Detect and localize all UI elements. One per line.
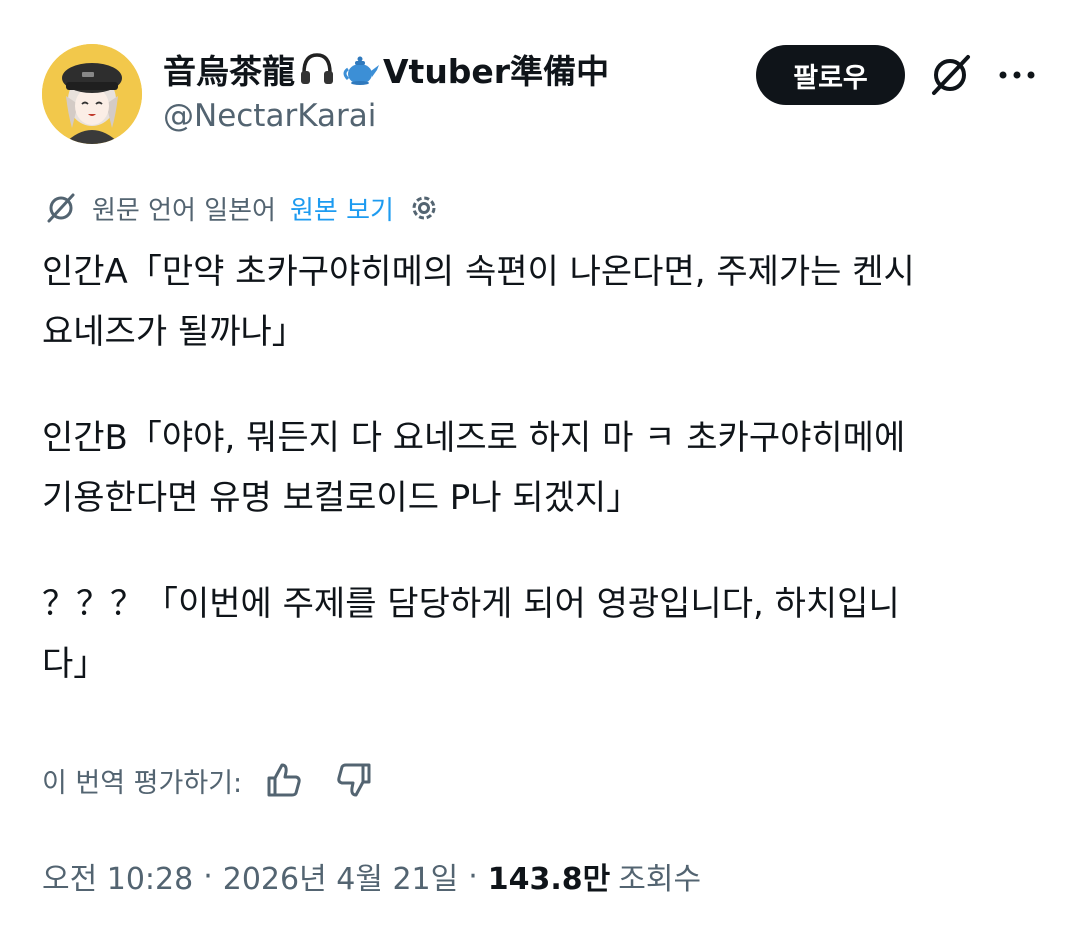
post-metadata: 오전 10:28 · 2026년 4월 21일 · 143.8만 조회수 bbox=[42, 853, 701, 899]
headphones-icon bbox=[297, 49, 337, 89]
rate-label: 이 번역 평가하기: bbox=[42, 767, 243, 799]
author-name-part1: 音烏茶龍 bbox=[163, 52, 295, 91]
post-line: 요네즈가 될까나」 bbox=[42, 312, 306, 352]
more-icon[interactable] bbox=[996, 60, 1038, 90]
post-time[interactable]: 오전 10:28 bbox=[42, 854, 193, 898]
show-original-link[interactable]: 원본 보기 bbox=[290, 190, 394, 227]
translate-icon bbox=[47, 193, 75, 223]
post-date[interactable]: 2026년 4월 21일 bbox=[223, 854, 458, 898]
avatar-image bbox=[42, 44, 142, 144]
rate-translation: 이 번역 평가하기: bbox=[42, 757, 374, 803]
avatar[interactable] bbox=[42, 44, 142, 144]
follow-button[interactable]: 팔로우 bbox=[756, 45, 905, 105]
post-line: 인간B「야야, 뭐든지 다 요네즈로 하지 마 ㅋ 초카구야히메에 bbox=[42, 418, 906, 458]
views-count: 143.8만 bbox=[487, 862, 611, 897]
translation-language: 원문 언어 일본어 bbox=[92, 195, 276, 226]
author-name[interactable]: 音烏茶龍 Vtuber準備中 bbox=[163, 46, 609, 92]
thumbs-down-icon[interactable] bbox=[334, 760, 374, 800]
post-text: 인간A「만약 초카구야히메의 속편이 나온다면, 주제가는 켄시 요네즈가 될까… bbox=[42, 242, 1052, 694]
author-name-part2: Vtuber準備中 bbox=[383, 52, 610, 91]
separator: · bbox=[203, 858, 213, 894]
author-handle[interactable]: @NectarKarai bbox=[163, 98, 376, 134]
translation-notice: 원문 언어 일본어 원본 보기 bbox=[44, 190, 440, 226]
post-line: 다」 bbox=[42, 644, 108, 684]
post-line: 기용한다면 유명 보컬로이드 P나 되겠지」 bbox=[42, 478, 641, 518]
teapot-icon bbox=[341, 49, 381, 89]
post-line: 인간A「만약 초카구야히메의 속편이 나온다면, 주제가는 켄시 bbox=[42, 252, 915, 292]
grok-icon[interactable] bbox=[925, 50, 975, 100]
views-label: 조회수 bbox=[618, 862, 702, 897]
gear-icon[interactable] bbox=[408, 192, 440, 224]
post-line: ？？？「이번에 주제를 담당하게 되어 영광입니다, 하치입니 bbox=[42, 584, 900, 624]
thumbs-up-icon[interactable] bbox=[264, 760, 304, 800]
separator: · bbox=[468, 858, 478, 894]
